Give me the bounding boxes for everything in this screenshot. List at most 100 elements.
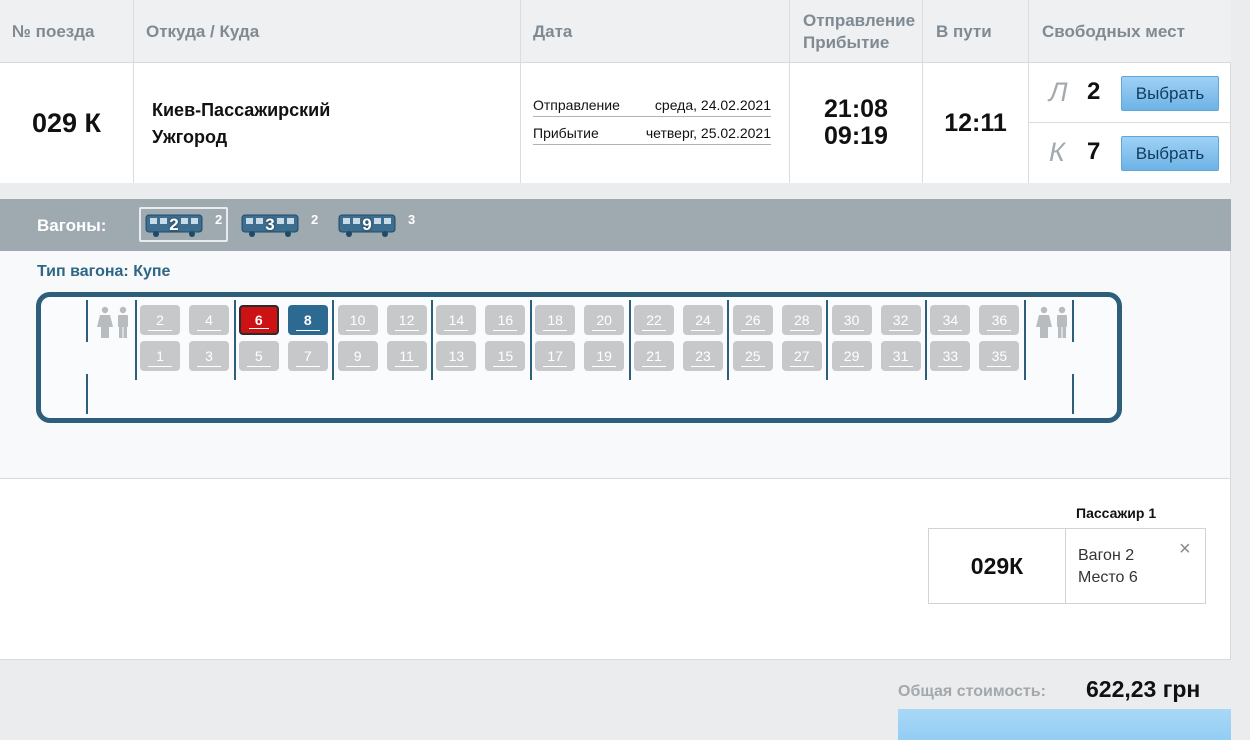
- seat-30[interactable]: 30: [831, 305, 872, 335]
- header-free-seats: Свободных мест: [1042, 21, 1185, 41]
- wagon-number: 2: [169, 215, 179, 234]
- select-class-l-button[interactable]: Выбрать: [1121, 76, 1219, 111]
- compartment-divider: [86, 374, 88, 414]
- seat-33[interactable]: 33: [930, 341, 971, 371]
- seat-6[interactable]: 6: [238, 305, 279, 335]
- seat-22[interactable]: 22: [634, 305, 674, 335]
- seat-34[interactable]: 34: [930, 305, 971, 335]
- travel-time: 12:11: [944, 108, 1007, 137]
- passenger-seat: Место 6: [1078, 569, 1138, 586]
- seat-7[interactable]: 7: [287, 341, 328, 371]
- seat-17[interactable]: 17: [535, 341, 576, 371]
- seat-20[interactable]: 20: [584, 305, 625, 335]
- compartment-divider: [1072, 300, 1074, 342]
- table-row: 029 К Киев-Пассажирский Ужгород Отправле…: [0, 63, 1231, 183]
- seat-27[interactable]: 27: [781, 341, 822, 371]
- wagon-tab-2[interactable]: 2 2: [139, 207, 229, 243]
- header-travel-time: В пути: [936, 21, 992, 41]
- wagon-tab-3[interactable]: 3 2: [235, 207, 325, 243]
- total-value: 622,23 грн: [1086, 676, 1201, 702]
- select-class-k-button[interactable]: Выбрать: [1121, 136, 1219, 171]
- seat-26[interactable]: 26: [732, 305, 773, 335]
- arrival-label: Прибытие: [533, 125, 599, 141]
- wagon-tab-9[interactable]: 9 3: [332, 207, 422, 243]
- wagon-free-count: 2: [215, 212, 223, 227]
- compartment-divider: [431, 300, 433, 380]
- wagon-free-count: 2: [311, 212, 319, 227]
- close-icon[interactable]: ×: [1179, 538, 1191, 561]
- wagons-label: Вагоны:: [37, 216, 107, 235]
- header-route: Откуда / Куда: [146, 21, 260, 41]
- route-to: Ужгород: [152, 127, 228, 147]
- seat-2[interactable]: 2: [140, 305, 180, 335]
- header-departure: Отправление: [803, 10, 916, 30]
- arrival-time: 09:19: [824, 122, 888, 150]
- seat-8[interactable]: 8: [287, 305, 328, 335]
- seat-12[interactable]: 12: [386, 305, 427, 335]
- seat-15[interactable]: 15: [485, 341, 526, 371]
- class-letter: К: [1049, 137, 1065, 167]
- passengers-panel: Пассажир 1 029К Вагон 2 Место 6 ×: [0, 479, 1231, 660]
- train-number: 029 К: [31, 107, 102, 138]
- seat-3[interactable]: 3: [189, 341, 229, 371]
- class-seat-count: 2: [1087, 78, 1101, 105]
- order-button[interactable]: [898, 709, 1231, 740]
- seat-25[interactable]: 25: [732, 341, 773, 371]
- passenger-details: Вагон 2 Место 6: [1078, 545, 1138, 589]
- departure-date-line: Отправление среда, 24.02.2021: [533, 95, 771, 117]
- wagons-bar: Вагоны: 2 2 3 2 9 3: [0, 199, 1231, 251]
- departure-date: среда, 24.02.2021: [654, 97, 771, 113]
- header-date: Дата: [533, 21, 573, 41]
- times: 21:08 09:19: [790, 63, 922, 183]
- seat-scheme-panel: Тип вагона: Купе 2 4 6 8 10 12 14 16 18 20 22 24 26 2…: [0, 251, 1231, 479]
- seat-16[interactable]: 16: [485, 305, 526, 335]
- compartment-divider: [925, 300, 927, 380]
- seat-14[interactable]: 14: [436, 305, 477, 335]
- seat-10[interactable]: 10: [337, 305, 378, 335]
- compartment-divider: [826, 300, 828, 380]
- header-train-no: № поезда: [12, 21, 95, 41]
- class-row-l: Л 2 Выбрать: [1029, 63, 1231, 123]
- compartment-divider: [727, 300, 729, 380]
- seat-21[interactable]: 21: [634, 341, 674, 371]
- seat-9[interactable]: 9: [337, 341, 378, 371]
- seat-36[interactable]: 36: [979, 305, 1020, 335]
- passenger-card: 029К Вагон 2 Место 6 ×: [928, 528, 1206, 604]
- compartment-divider: [1024, 300, 1026, 380]
- passenger-title: Пассажир 1: [1076, 505, 1157, 521]
- departure-label: Отправление: [533, 97, 620, 113]
- seat-19[interactable]: 19: [584, 341, 625, 371]
- arrival-date-line: Прибытие четверг, 25.02.2021: [533, 123, 771, 145]
- seat-32[interactable]: 32: [880, 305, 921, 335]
- trains-table: № поезда Откуда / Куда Дата Отправление …: [0, 0, 1231, 183]
- header-arrival: Прибытие: [803, 32, 890, 52]
- seat-23[interactable]: 23: [683, 341, 723, 371]
- seat-24[interactable]: 24: [683, 305, 723, 335]
- seat-13[interactable]: 13: [436, 341, 477, 371]
- wagon-scheme: 2 4 6 8 10 12 14 16 18 20 22 24 26 28 30 32 34 36 1 3 5 7 9 11 1…: [36, 292, 1122, 423]
- seat-5[interactable]: 5: [238, 341, 279, 371]
- compartment-divider: [530, 300, 532, 380]
- passenger-wagon: Вагон 2: [1078, 547, 1135, 564]
- seat-11[interactable]: 11: [386, 341, 427, 371]
- wagon-free-count: 3: [408, 212, 416, 227]
- compartment-divider: [86, 300, 88, 342]
- compartment-divider: [1072, 374, 1074, 414]
- compartment-divider: [629, 300, 631, 380]
- class-seat-count: 7: [1087, 138, 1101, 165]
- seat-18[interactable]: 18: [535, 305, 576, 335]
- seat-31[interactable]: 31: [880, 341, 921, 371]
- route: Киев-Пассажирский Ужгород: [152, 97, 330, 151]
- departure-time: 21:08: [824, 95, 888, 123]
- wagon-number: 3: [265, 215, 275, 234]
- arrival-date: четверг, 25.02.2021: [645, 125, 771, 141]
- compartment-divider: [234, 300, 236, 380]
- seat-1[interactable]: 1: [140, 341, 180, 371]
- seat-4[interactable]: 4: [189, 305, 229, 335]
- seat-29[interactable]: 29: [831, 341, 872, 371]
- seat-28[interactable]: 28: [781, 305, 822, 335]
- compartment-divider: [332, 300, 334, 380]
- passenger-train: 029К: [929, 529, 1066, 603]
- header-dep-arr: Отправление Прибытие: [803, 0, 915, 63]
- seat-35[interactable]: 35: [979, 341, 1020, 371]
